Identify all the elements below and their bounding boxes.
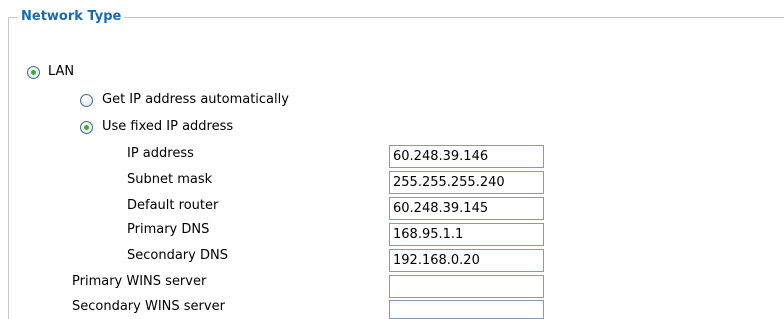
primary-wins-label: Primary WINS server: [72, 274, 207, 289]
lan-label: LAN: [48, 64, 75, 79]
subnet-mask-input[interactable]: 255.255.255.240: [389, 171, 544, 194]
network-settings-page: Network Type LAN Get IP address automati…: [0, 0, 784, 319]
lan-radio[interactable]: [27, 66, 40, 79]
ip-address-label: IP address: [127, 146, 194, 161]
secondary-dns-label: Secondary DNS: [127, 248, 228, 263]
secondary-dns-input[interactable]: 192.168.0.20: [389, 249, 544, 272]
use-fixed-ip-radio-dot: [84, 125, 89, 130]
secondary-wins-label: Secondary WINS server: [72, 299, 225, 314]
ip-address-input[interactable]: 60.248.39.146: [389, 145, 544, 168]
subnet-mask-label: Subnet mask: [127, 172, 213, 187]
primary-dns-input[interactable]: 168.95.1.1: [389, 223, 544, 246]
use-fixed-ip-radio[interactable]: [80, 121, 93, 134]
primary-wins-input[interactable]: [389, 275, 544, 298]
secondary-wins-input[interactable]: [389, 300, 544, 319]
use-fixed-ip-label: Use fixed IP address: [102, 119, 234, 134]
get-ip-automatically-label: Get IP address automatically: [102, 92, 289, 107]
primary-dns-label: Primary DNS: [127, 222, 210, 237]
default-router-input[interactable]: 60.248.39.145: [389, 197, 544, 220]
get-ip-automatically-radio[interactable]: [80, 94, 93, 107]
network-type-legend: Network Type: [18, 8, 125, 26]
default-router-label: Default router: [127, 198, 219, 213]
lan-radio-dot: [31, 70, 36, 75]
